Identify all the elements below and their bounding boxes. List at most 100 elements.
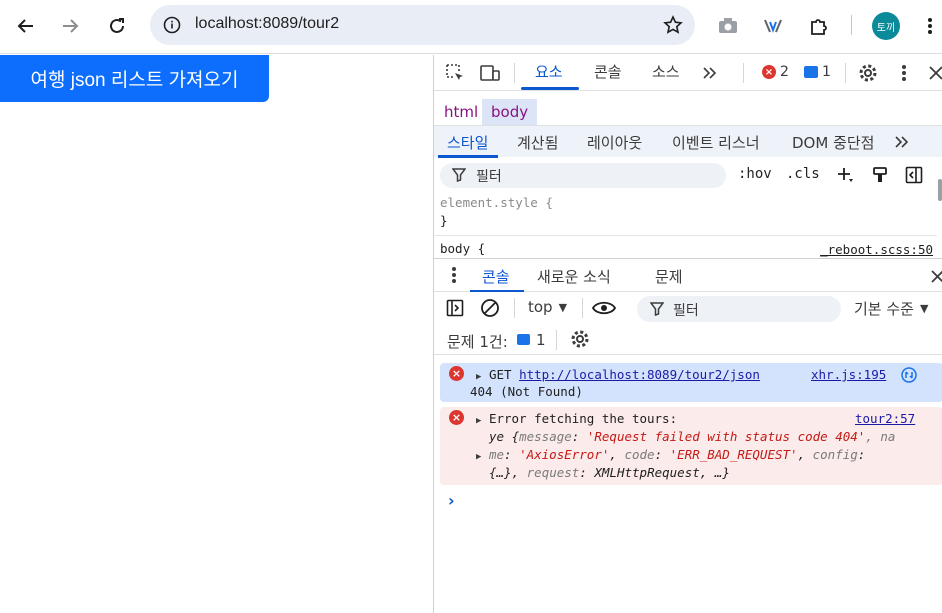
error-count: 2 [780,64,789,80]
console-prompt-chevron-icon[interactable]: › [448,491,455,510]
err-val-code: 'ERR_BAD_REQUEST' [669,447,798,462]
forward-arrow-icon[interactable] [54,10,86,42]
toolbar-separator [851,15,852,35]
message-count-badge[interactable]: 1 [804,64,831,80]
error-circle-icon: × [449,410,464,425]
paint-brush-icon[interactable] [868,163,892,187]
back-arrow-icon[interactable] [10,10,42,42]
message-icon [804,66,818,78]
element-style-rule[interactable]: element.style { [440,195,553,210]
style-rules-pane: element.style { } body { _reboot.scss:50 [434,192,937,257]
site-info-icon[interactable] [160,13,184,37]
expand-object-triangle-icon[interactable]: ▶ [476,452,481,462]
hover-state-toggle[interactable]: :hov [738,166,772,182]
styles-scrollbar[interactable] [938,179,942,201]
error-source-link[interactable]: tour2:57 [855,410,915,428]
error-line-2: ye {message: 'Request failed with status… [489,429,896,444]
class-toggle[interactable]: .cls [786,166,820,182]
filter-funnel-icon [451,168,467,186]
drawer-tab-issues[interactable]: 문제 [655,266,683,287]
breadcrumb-html[interactable]: html [435,99,487,125]
tab-console[interactable]: 콘솔 [594,61,622,82]
issues-count[interactable]: 1 [536,331,546,349]
kebab-menu-icon[interactable] [914,10,942,42]
body-rule-selector[interactable]: body { [440,241,485,256]
context-selector[interactable]: top ▼ [528,298,567,316]
expand-triangle-icon[interactable]: ▶ [476,372,481,382]
close-drawer-icon[interactable] [925,264,942,288]
bookmark-star-icon[interactable] [661,13,685,37]
device-toolbar-icon[interactable] [478,61,502,85]
live-expression-eye-icon[interactable] [592,296,616,320]
tab-dom-breakpoints[interactable]: DOM 중단점 [792,132,874,153]
drawer-menu-kebab-icon[interactable] [442,263,466,287]
tab-sources[interactable]: 소스 [652,61,680,82]
err-key-request: request [526,465,580,480]
tab-event-listeners[interactable]: 이벤트 리스너 [672,132,760,153]
tab-elements[interactable]: 요소 [535,61,563,82]
new-rule-plus-icon[interactable] [833,163,857,187]
address-bar[interactable]: localhost:8089/tour2 [150,5,695,45]
more-style-tabs-chevron-icon[interactable] [890,130,914,154]
tab-separator [845,63,846,83]
network-replay-icon[interactable] [901,367,917,388]
active-tab-indicator [521,87,579,90]
more-tabs-chevron-icon[interactable] [698,61,722,85]
error-line-1: ▶ Error fetching the tours: [476,410,677,430]
devtools-kebab-icon[interactable] [892,61,916,85]
clear-console-icon[interactable] [478,296,502,320]
log-level-arrow-icon: ▼ [919,302,929,315]
err-obj-open: ye { [489,429,520,444]
console-error-message: × ▶ Error fetching the tours: tour2:57 y… [440,407,942,485]
reload-icon[interactable] [101,10,133,42]
net-source-link[interactable]: xhr.js:195 [811,366,886,384]
issues-message-icon[interactable] [517,334,530,345]
extension-devtools-icon[interactable] [757,10,789,42]
error-line-3: ▶ me: 'AxiosError', code: 'ERR_BAD_REQUE… [476,447,866,462]
console-separator [514,298,515,318]
err-val-name: 'AxiosError' [519,447,610,462]
error-line-4: {…}, request: XMLHttpRequest, …} [489,465,730,480]
styles-filter-input[interactable]: 필터 [440,163,726,188]
err-config-val: {…}, [489,465,527,480]
tab-styles[interactable]: 스타일 [447,132,488,153]
toggle-sidebar-icon[interactable] [902,163,926,187]
log-level-selector[interactable]: 기본 수준 ▼ [854,298,928,319]
log-level-value: 기본 수준 [854,300,914,318]
breadcrumb-body[interactable]: body [482,99,538,125]
body-rule-source[interactable]: _reboot.scss:50 [820,242,933,257]
url-text[interactable]: localhost:8089/tour2 [195,15,339,33]
console-separator [582,298,583,318]
inspect-element-icon[interactable] [443,61,467,85]
styles-filter-row: 필터 :hov .cls [434,158,942,192]
net-url-link[interactable]: http://localhost:8089/tour2/json [519,367,760,382]
console-sidebar-icon[interactable] [443,296,467,320]
error-count-badge[interactable]: × 2 [762,64,789,80]
extensions-puzzle-icon[interactable] [803,10,835,42]
console-filter-funnel-icon [649,302,665,320]
tab-layout[interactable]: 레이아웃 [587,132,642,153]
profile-avatar[interactable]: 토끼 [872,12,900,40]
drawer-tab-whats-new[interactable]: 새로운 소식 [537,266,611,287]
net-method: GET [488,367,512,382]
settings-gear-icon[interactable] [856,61,880,85]
camera-icon[interactable] [712,10,744,42]
console-settings-gear-icon[interactable] [568,327,592,351]
tab-separator [743,63,744,83]
err-key-code: code [624,447,655,462]
error-title: Error fetching the tours: [488,411,678,426]
expand-triangle-icon[interactable]: ▶ [476,416,481,426]
error-circle-icon: × [449,366,464,381]
tab-computed[interactable]: 계산됨 [517,132,558,153]
context-value: top [528,298,553,316]
console-filter-input[interactable]: 필터 [637,296,841,322]
fetch-tours-button[interactable]: 여행 json 리스트 가져오기 [0,55,269,102]
close-devtools-icon[interactable] [924,61,942,85]
drawer-tab-console[interactable]: 콘솔 [482,266,510,287]
dropdown-arrow-icon: ▼ [558,300,568,314]
error-icon: × [762,65,776,79]
issues-summary-row: 문제 1건: 1 [434,325,942,355]
issues-separator [556,330,557,350]
issues-label: 문제 1건: [447,333,508,351]
err-val-message: 'Request failed with status code 404' [586,429,866,444]
